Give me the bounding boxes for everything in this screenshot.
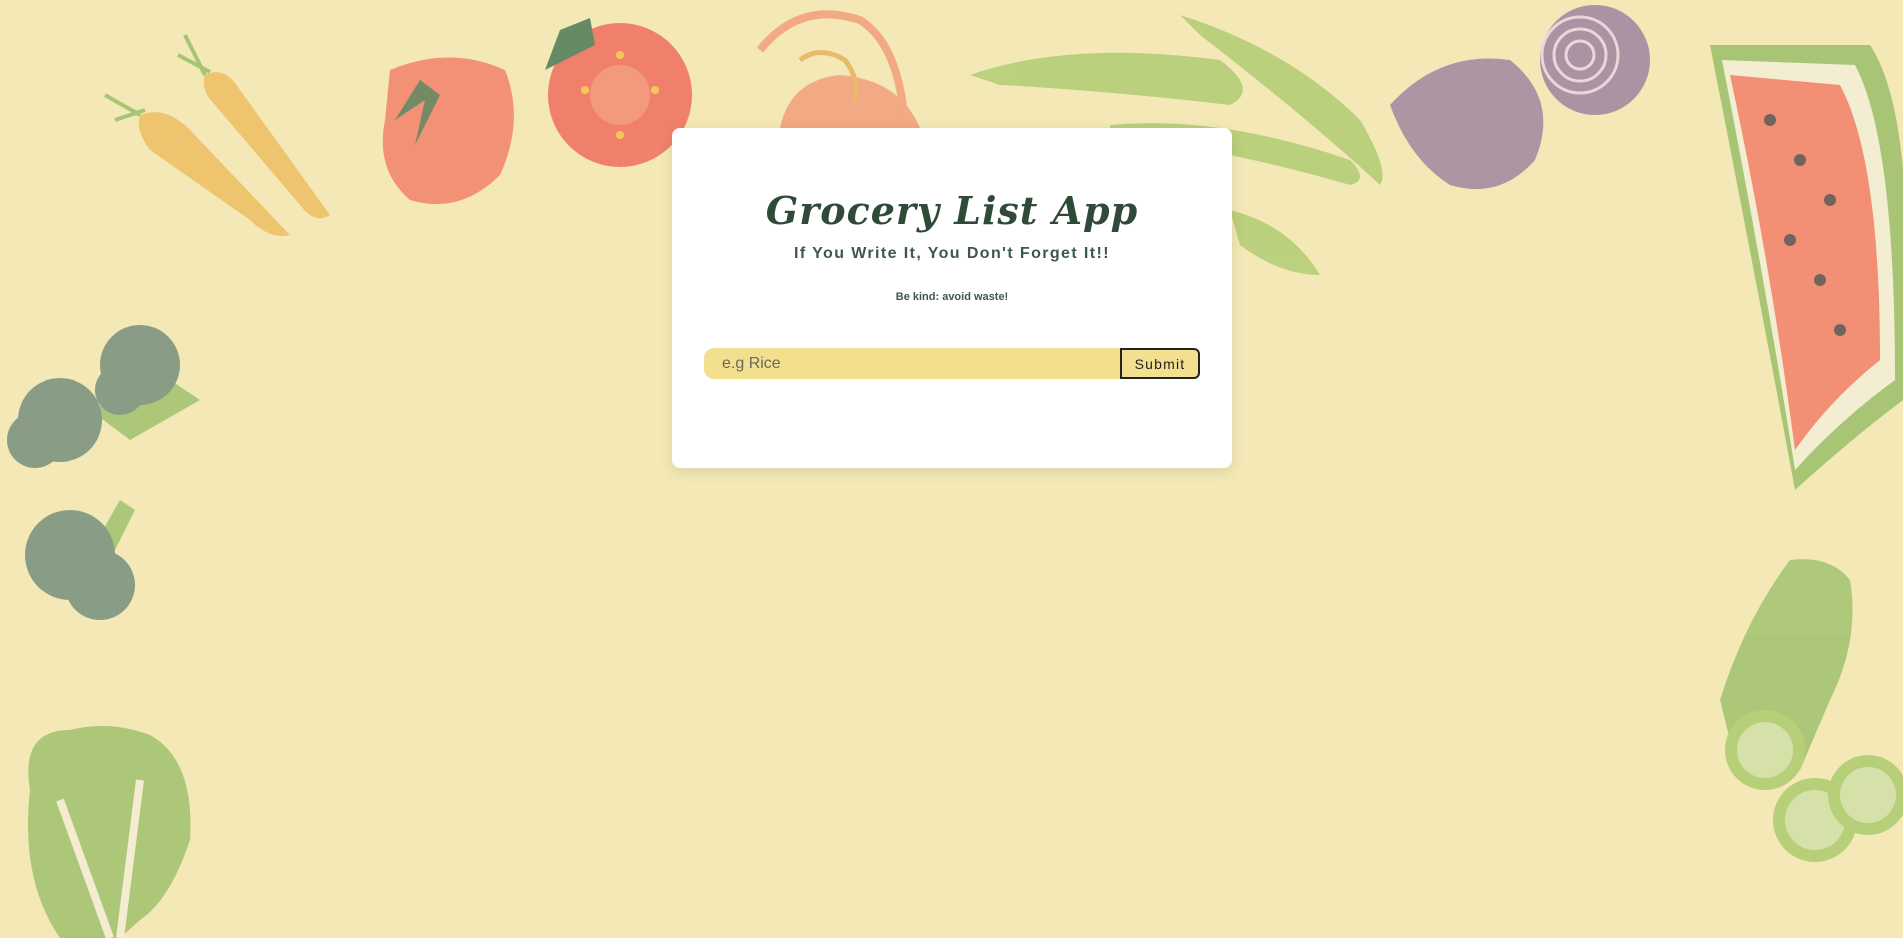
- grocery-form: Submit: [704, 348, 1200, 379]
- broccoli-icon: [7, 325, 200, 620]
- page-subtitle: If You Write It, You Don't Forget It!!: [794, 245, 1110, 262]
- page-title: Grocery List App: [765, 188, 1139, 233]
- watermelon-icon: [1710, 45, 1903, 490]
- onion-icon: [1390, 58, 1544, 190]
- sliced-onion-icon: [1540, 5, 1650, 115]
- kind-note: Be kind: avoid waste!: [895, 291, 1009, 303]
- grocery-item-input[interactable]: [704, 348, 1120, 379]
- pepper-icon: [756, 10, 920, 129]
- carrot-icon: [104, 34, 330, 236]
- lettuce-icon: [28, 726, 191, 938]
- cucumber-icon: [1720, 559, 1903, 862]
- submit-button[interactable]: Submit: [1120, 348, 1200, 379]
- tomato-icon: [382, 57, 514, 205]
- sliced-tomato-icon: [545, 18, 692, 167]
- main-card: Grocery List App If You Write It, You Do…: [672, 128, 1232, 468]
